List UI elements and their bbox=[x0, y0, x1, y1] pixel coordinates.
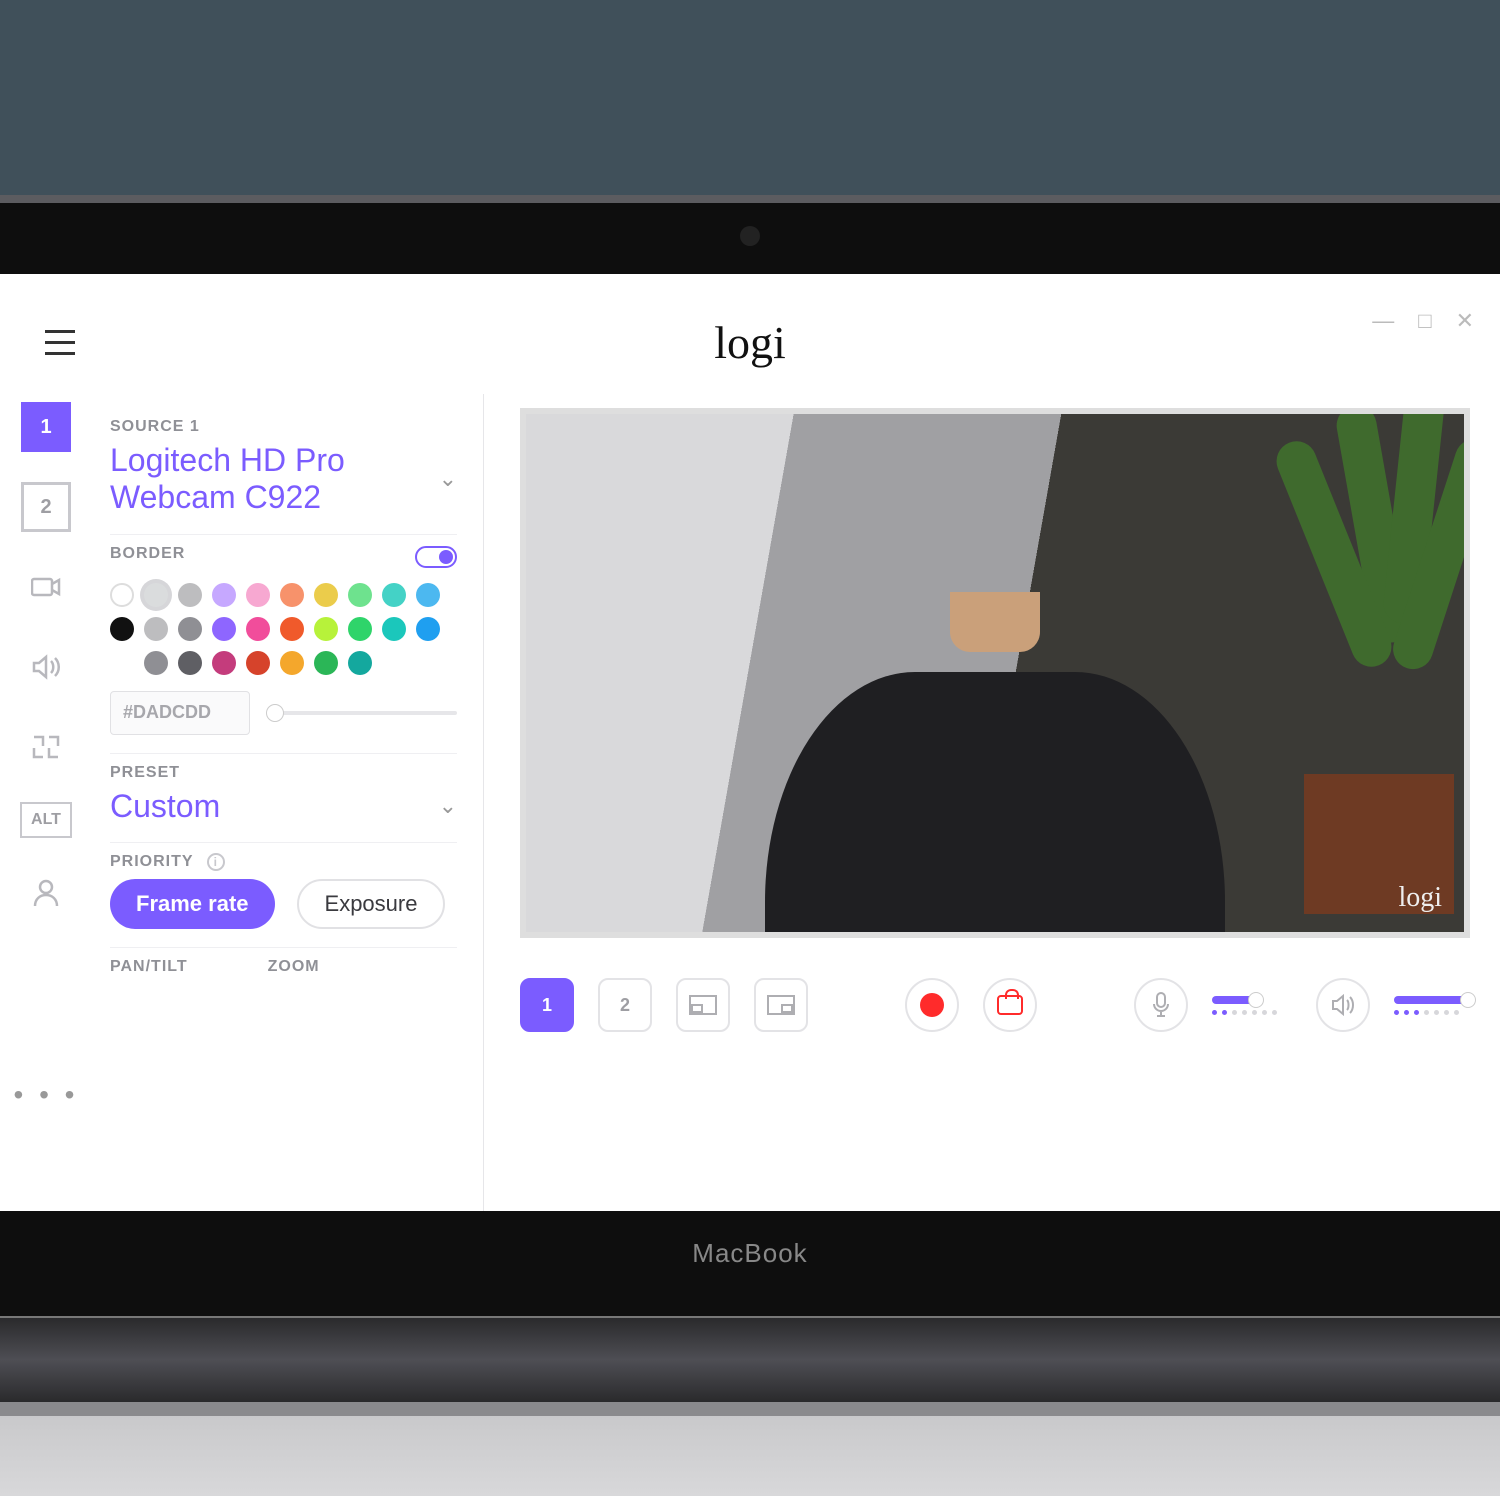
color-swatch[interactable] bbox=[144, 651, 168, 675]
color-swatch[interactable] bbox=[416, 617, 440, 641]
rail-profile-icon[interactable] bbox=[21, 868, 71, 918]
border-swatches bbox=[110, 583, 457, 675]
camera-icon bbox=[997, 995, 1023, 1015]
record-button[interactable] bbox=[905, 978, 959, 1032]
color-swatch[interactable] bbox=[382, 617, 406, 641]
border-toggle[interactable] bbox=[415, 546, 457, 568]
chevron-down-icon: ⌄ bbox=[439, 793, 457, 819]
priority-label: PRIORITY i bbox=[110, 853, 457, 871]
window-close-button[interactable]: ✕ bbox=[1456, 308, 1474, 334]
speaker-button[interactable] bbox=[1316, 978, 1370, 1032]
zoom-label: ZOOM bbox=[268, 958, 320, 976]
left-rail: 1 2 ALT • • • bbox=[0, 394, 92, 1211]
microphone-icon bbox=[1152, 992, 1170, 1018]
bottom-source-2-button[interactable]: 2 bbox=[598, 978, 652, 1032]
rail-source-1-button[interactable]: 1 bbox=[21, 402, 71, 452]
color-swatch[interactable] bbox=[314, 617, 338, 641]
color-swatch[interactable] bbox=[110, 583, 134, 607]
border-label: BORDER bbox=[110, 545, 185, 563]
info-icon[interactable]: i bbox=[207, 853, 225, 871]
source-dropdown[interactable]: Logitech HD Pro Webcam C922 ⌄ bbox=[110, 442, 457, 516]
app-window: logi — □ ✕ 1 2 ALT • • • bbox=[0, 274, 1500, 1211]
preset-section: PRESET Custom ⌄ bbox=[110, 754, 457, 844]
color-swatch[interactable] bbox=[280, 651, 304, 675]
priority-framerate-button[interactable]: Frame rate bbox=[110, 879, 275, 929]
color-swatch[interactable] bbox=[110, 617, 134, 641]
color-swatch[interactable] bbox=[280, 617, 304, 641]
color-swatch[interactable] bbox=[246, 651, 270, 675]
rail-alt-button[interactable]: ALT bbox=[20, 802, 72, 838]
source-value: Logitech HD Pro Webcam C922 bbox=[110, 442, 439, 516]
mic-level-slider[interactable] bbox=[1212, 996, 1292, 1015]
color-swatch[interactable] bbox=[314, 583, 338, 607]
record-icon bbox=[920, 993, 944, 1017]
pan-tilt-label: PAN/TILT bbox=[110, 958, 188, 976]
rail-source-2-button[interactable]: 2 bbox=[21, 482, 71, 532]
color-swatch[interactable] bbox=[348, 583, 372, 607]
preset-value: Custom bbox=[110, 788, 220, 825]
pantilt-section: PAN/TILT ZOOM bbox=[110, 948, 457, 1000]
rail-audio-icon[interactable] bbox=[21, 642, 71, 692]
color-swatch[interactable] bbox=[212, 583, 236, 607]
color-swatch[interactable] bbox=[212, 617, 236, 641]
color-swatch[interactable] bbox=[280, 583, 304, 607]
bottom-source-1-button[interactable]: 1 bbox=[520, 978, 574, 1032]
color-swatch[interactable] bbox=[382, 583, 406, 607]
bottom-split-icon[interactable] bbox=[754, 978, 808, 1032]
color-swatch[interactable] bbox=[212, 651, 236, 675]
color-swatch[interactable] bbox=[178, 583, 202, 607]
source-section: SOURCE 1 Logitech HD Pro Webcam C922 ⌄ bbox=[110, 408, 457, 535]
person-in-preview bbox=[765, 408, 1225, 938]
border-hex-input[interactable]: #DADCDD bbox=[110, 691, 250, 735]
laptop-camera-notch bbox=[740, 226, 760, 246]
color-swatch[interactable] bbox=[348, 651, 372, 675]
snapshot-button[interactable] bbox=[983, 978, 1037, 1032]
color-swatch[interactable] bbox=[348, 617, 372, 641]
chevron-down-icon: ⌄ bbox=[439, 466, 457, 492]
color-swatch[interactable] bbox=[144, 583, 168, 607]
window-minimize-button[interactable]: — bbox=[1372, 308, 1394, 334]
priority-exposure-button[interactable]: Exposure bbox=[297, 879, 446, 929]
menu-hamburger-icon[interactable] bbox=[45, 330, 75, 355]
rail-layout-icon[interactable] bbox=[21, 722, 71, 772]
macbook-label: MacBook bbox=[0, 1238, 1500, 1269]
speaker-level-slider[interactable] bbox=[1394, 996, 1474, 1015]
border-section: BORDER #DADCDD bbox=[110, 535, 457, 754]
preview-area: logi 1 2 bbox=[484, 394, 1500, 1211]
preview-watermark: logi bbox=[1398, 882, 1442, 914]
preset-label: PRESET bbox=[110, 764, 457, 782]
rail-more-button[interactable]: • • • bbox=[14, 1079, 79, 1111]
speaker-icon bbox=[1331, 994, 1355, 1016]
color-swatch[interactable] bbox=[314, 651, 338, 675]
bottom-pip-icon[interactable] bbox=[676, 978, 730, 1032]
priority-section: PRIORITY i Frame rate Exposure bbox=[110, 843, 457, 948]
color-swatch[interactable] bbox=[246, 583, 270, 607]
color-swatch[interactable] bbox=[178, 651, 202, 675]
bottom-bar: 1 2 bbox=[520, 978, 1474, 1032]
color-swatch[interactable] bbox=[416, 583, 440, 607]
color-swatch[interactable] bbox=[246, 617, 270, 641]
color-swatch[interactable] bbox=[178, 617, 202, 641]
border-width-slider[interactable] bbox=[268, 711, 457, 715]
app-logo: logi bbox=[714, 316, 786, 369]
preset-dropdown[interactable]: Custom ⌄ bbox=[110, 788, 457, 825]
window-maximize-button[interactable]: □ bbox=[1418, 308, 1431, 334]
mic-button[interactable] bbox=[1134, 978, 1188, 1032]
video-preview: logi bbox=[520, 408, 1470, 938]
color-swatch[interactable] bbox=[144, 617, 168, 641]
plant-decoration bbox=[1234, 408, 1470, 934]
source-label: SOURCE 1 bbox=[110, 418, 457, 436]
settings-panel: SOURCE 1 Logitech HD Pro Webcam C922 ⌄ B… bbox=[92, 394, 484, 1211]
titlebar: logi — □ ✕ bbox=[0, 274, 1500, 394]
rail-camera-icon[interactable] bbox=[21, 562, 71, 612]
